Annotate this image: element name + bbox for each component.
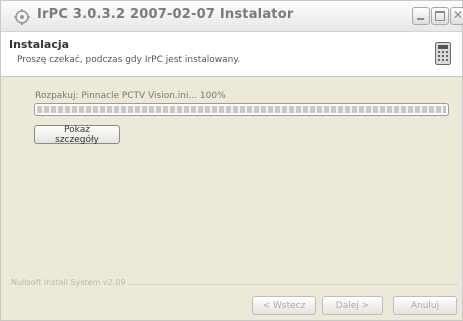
page-title: Instalacja bbox=[9, 38, 70, 51]
progress-bar bbox=[34, 103, 449, 116]
installer-window: IrPC 3.0.3.2 2007-02-07 Instalator Insta… bbox=[0, 0, 463, 321]
calculator-icon bbox=[435, 42, 451, 65]
header-panel: Instalacja Proszę czekać, podczas gdy Ir… bbox=[1, 32, 462, 77]
page-subtitle: Proszę czekać, podczas gdy IrPC jest ins… bbox=[17, 55, 241, 65]
close-button[interactable] bbox=[450, 7, 463, 25]
title-bar[interactable]: IrPC 3.0.3.2 2007-02-07 Instalator bbox=[1, 1, 463, 32]
maximize-button[interactable] bbox=[431, 7, 449, 25]
cancel-button[interactable]: Anuluj bbox=[393, 296, 457, 315]
next-button[interactable]: Dalej > bbox=[322, 296, 383, 315]
progress-status-text: Rozpakuj: Pinnacle PCTV Vision.ini... 10… bbox=[35, 91, 226, 101]
window-title: IrPC 3.0.3.2 2007-02-07 Instalator bbox=[37, 7, 294, 22]
progress-fill bbox=[37, 106, 446, 113]
show-details-button[interactable]: Pokaż szczegóły bbox=[34, 125, 120, 145]
installer-icon bbox=[14, 9, 30, 25]
branding-text: Nullsoft Install System v2.09 bbox=[11, 278, 129, 287]
back-button[interactable]: < Wstecz bbox=[252, 296, 316, 315]
minimize-button[interactable] bbox=[412, 7, 430, 25]
